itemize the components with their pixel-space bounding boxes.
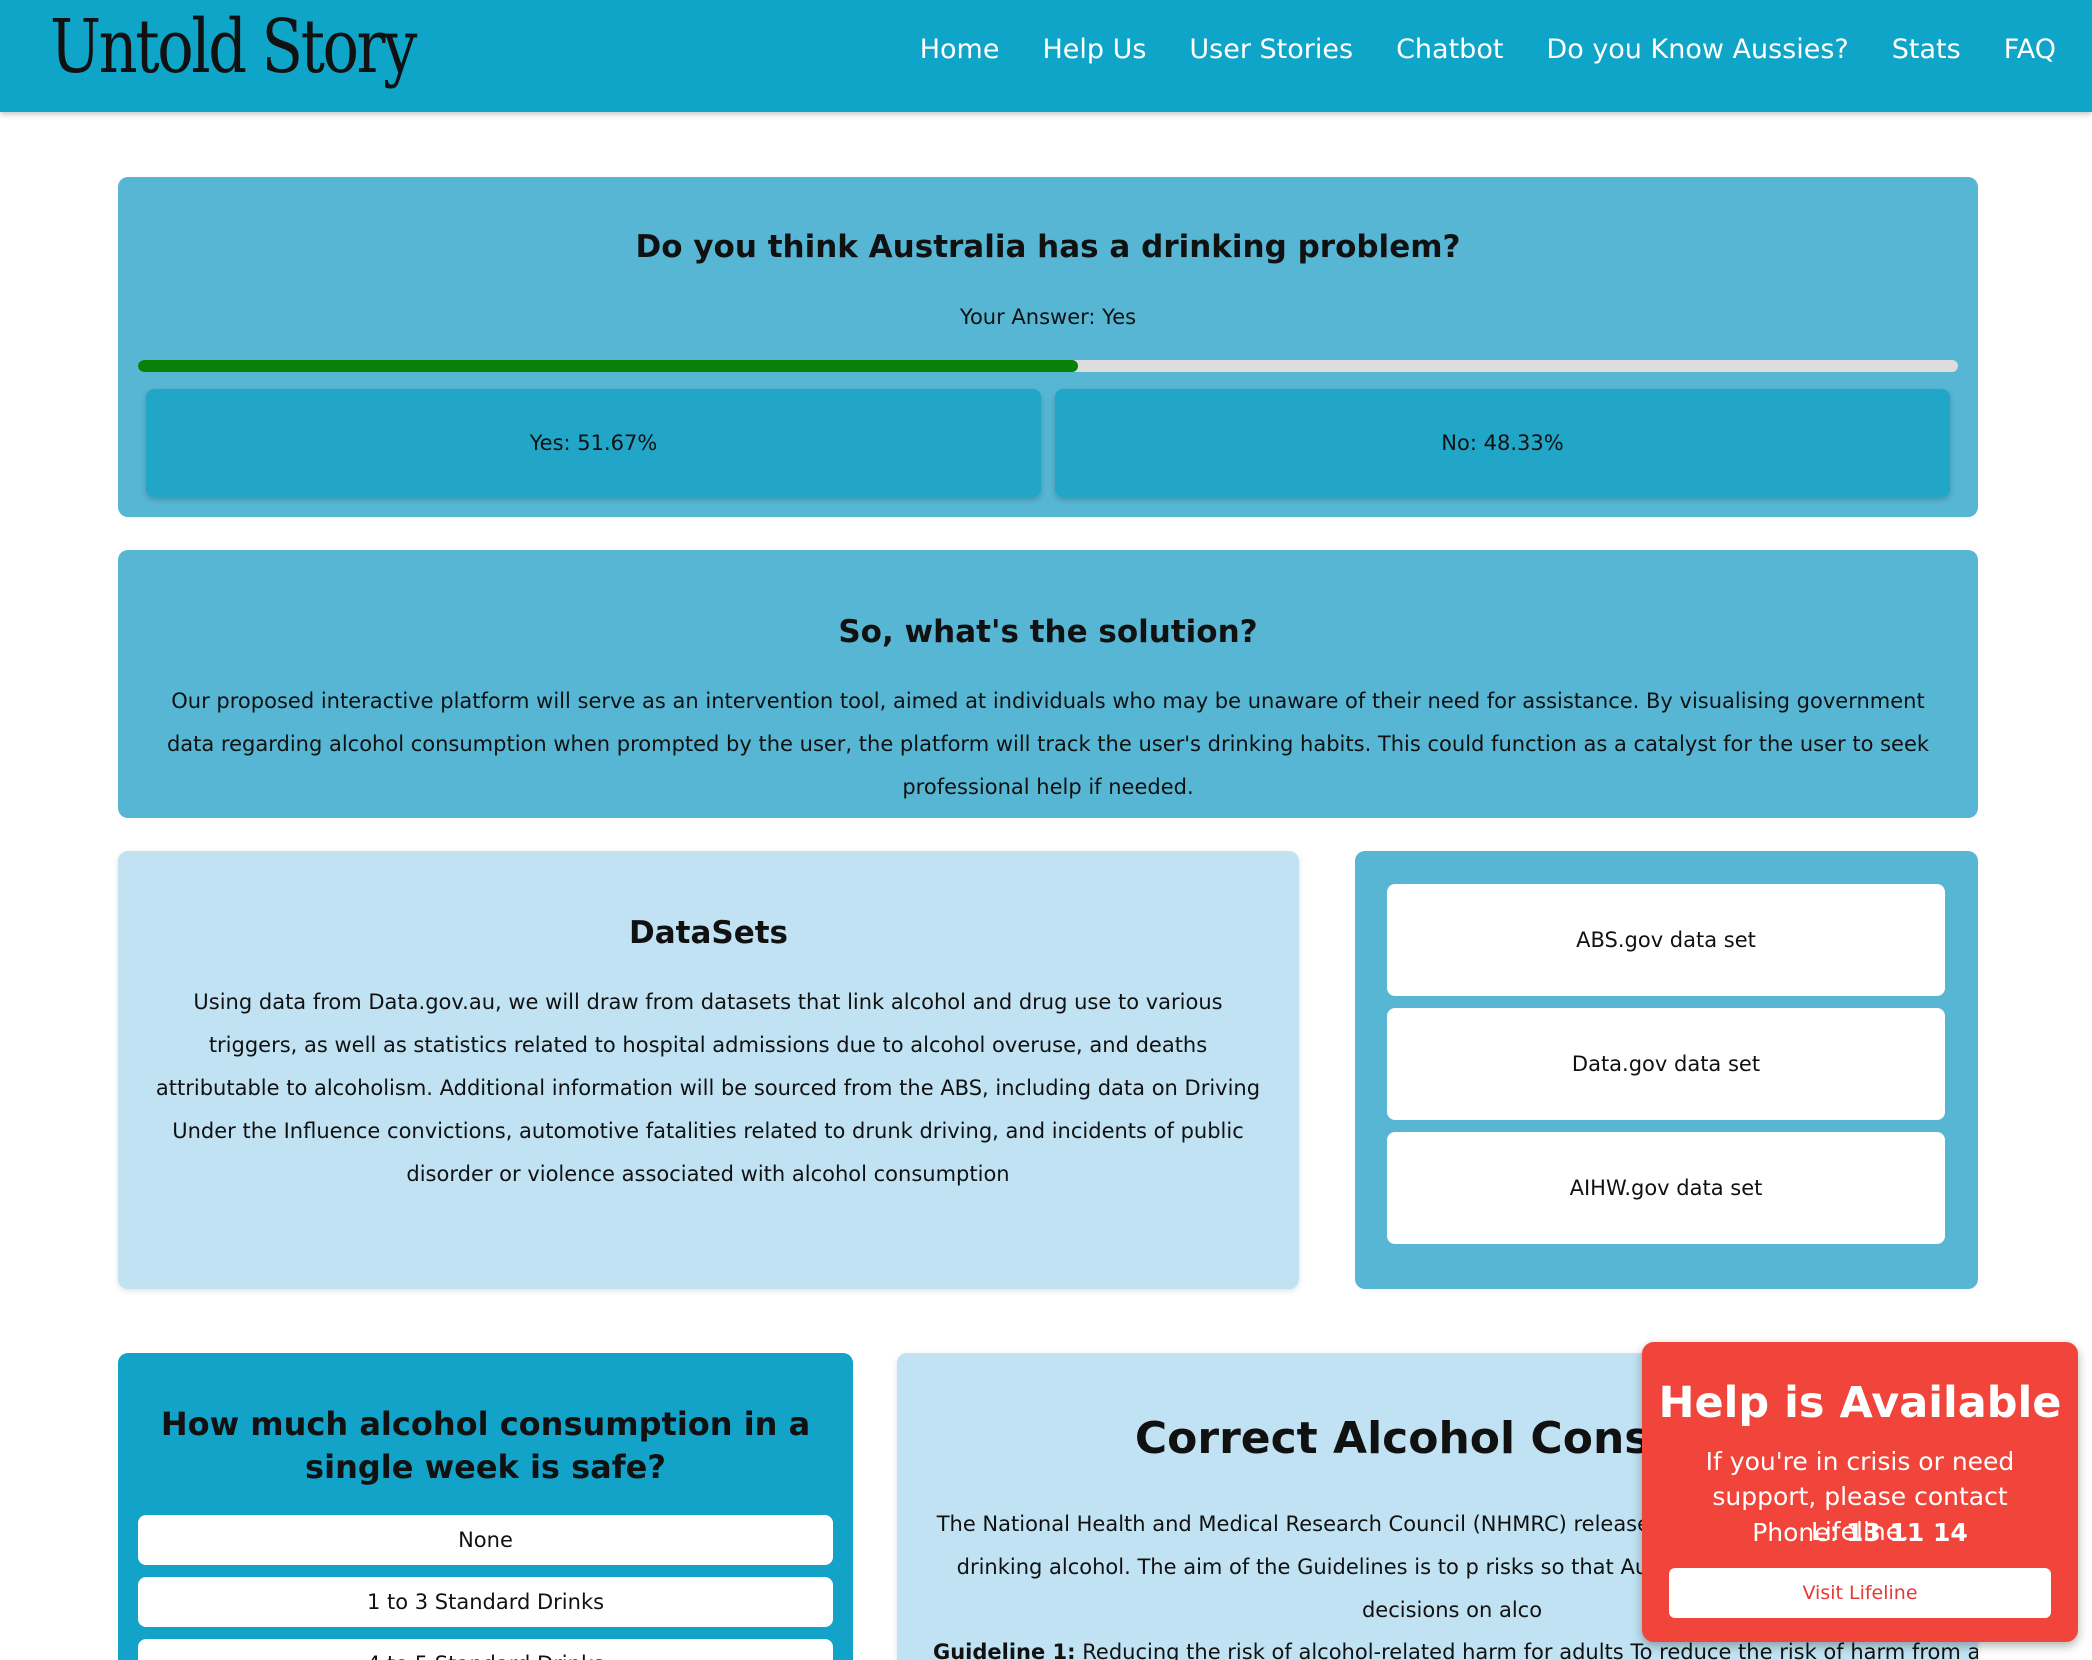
- solution-title: So, what's the solution?: [838, 614, 1258, 650]
- poll-card: Do you think Australia has a drinking pr…: [118, 177, 1978, 517]
- aihw-dataset-link[interactable]: AIHW.gov data set: [1387, 1132, 1945, 1244]
- help-phone-label: Phone:: [1752, 1518, 1839, 1547]
- poll-option-yes[interactable]: Yes: 51.67%: [146, 389, 1041, 497]
- quiz-option-none[interactable]: None: [138, 1515, 833, 1565]
- abs-dataset-link[interactable]: ABS.gov data set: [1387, 884, 1945, 996]
- help-phone-number[interactable]: 13 11 14: [1846, 1518, 1968, 1547]
- main-nav: Home Help Us User Stories Chatbot Do you…: [920, 34, 2056, 65]
- guideline-1: Guideline 1: Reducing the risk of alcoho…: [933, 1640, 1978, 1660]
- poll-title: Do you think Australia has a drinking pr…: [635, 229, 1461, 265]
- guideline-1-label: Guideline 1:: [933, 1640, 1076, 1660]
- help-title: Help is Available: [1658, 1378, 2062, 1428]
- datasets-text: Using data from Data.gov.au, we will dra…: [155, 990, 1261, 1186]
- poll-progress-fill: [138, 360, 1079, 372]
- nav-stats[interactable]: Stats: [1892, 34, 1961, 65]
- solution-card: So, what's the solution? Our proposed in…: [118, 550, 1978, 818]
- nav-user-stories[interactable]: User Stories: [1189, 34, 1353, 65]
- nav-chatbot[interactable]: Chatbot: [1396, 34, 1503, 65]
- poll-progress-bar: [138, 360, 1958, 372]
- site-logo[interactable]: Untold Story: [50, 4, 417, 90]
- nav-do-you-know-aussies[interactable]: Do you Know Aussies?: [1546, 34, 1848, 65]
- quiz-card: How much alcohol consumption in a single…: [118, 1353, 853, 1660]
- datasets-card: DataSets Using data from Data.gov.au, we…: [118, 851, 1299, 1289]
- visit-lifeline-button[interactable]: Visit Lifeline: [1669, 1568, 2051, 1618]
- nav-home[interactable]: Home: [920, 34, 1000, 65]
- nav-help-us[interactable]: Help Us: [1042, 34, 1146, 65]
- datasets-title: DataSets: [628, 915, 788, 951]
- quiz-title: How much alcohol consumption in a single…: [160, 1405, 811, 1486]
- poll-your-answer: Your Answer: Yes: [959, 305, 1137, 329]
- guideline-1-text: Reducing the risk of alcohol-related har…: [1075, 1640, 1978, 1660]
- quiz-option-1-to-3[interactable]: 1 to 3 Standard Drinks: [138, 1577, 833, 1627]
- help-popup: Help is Available If you're in crisis or…: [1642, 1342, 2078, 1642]
- dataset-links-card: ABS.gov data set Data.gov data set AIHW.…: [1355, 851, 1978, 1289]
- nav-faq[interactable]: FAQ: [2004, 34, 2056, 65]
- site-header: Untold Story Home Help Us User Stories C…: [0, 0, 2092, 112]
- solution-text: Our proposed interactive platform will s…: [166, 689, 1930, 799]
- data-gov-dataset-link[interactable]: Data.gov data set: [1387, 1008, 1945, 1120]
- page: Untold Story Home Help Us User Stories C…: [0, 0, 2092, 1660]
- quiz-option-4-to-5[interactable]: 4 to 5 Standard Drinks: [138, 1639, 833, 1660]
- poll-option-no[interactable]: No: 48.33%: [1055, 389, 1950, 497]
- help-phone: Phone: 13 11 14: [1642, 1518, 2078, 1547]
